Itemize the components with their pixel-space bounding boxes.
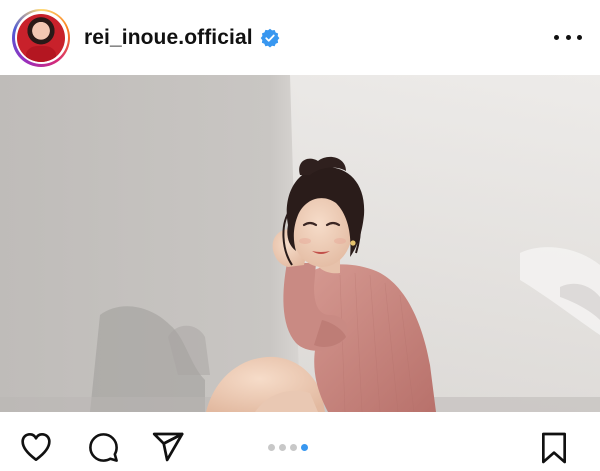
- carousel-dot: [268, 444, 275, 451]
- heart-icon[interactable]: [20, 432, 52, 462]
- more-options-icon[interactable]: [554, 28, 582, 48]
- carousel-dot: [290, 444, 297, 451]
- carousel-dot: [279, 444, 286, 451]
- carousel-dot-active: [301, 444, 308, 451]
- post-photo[interactable]: [0, 75, 600, 412]
- carousel-indicator: [268, 444, 308, 451]
- story-ring[interactable]: [12, 8, 70, 67]
- bookmark-icon[interactable]: [540, 432, 568, 464]
- photo-illustration: [0, 75, 600, 412]
- action-bar: [0, 412, 600, 471]
- post-header: rei_inoue.official: [0, 0, 600, 75]
- profile-avatar[interactable]: [17, 13, 65, 62]
- username[interactable]: rei_inoue.official: [84, 26, 253, 50]
- instagram-post: rei_inoue.official: [0, 0, 600, 471]
- verified-badge-icon: [260, 28, 280, 47]
- comment-icon[interactable]: [88, 432, 119, 463]
- send-icon[interactable]: [152, 432, 185, 462]
